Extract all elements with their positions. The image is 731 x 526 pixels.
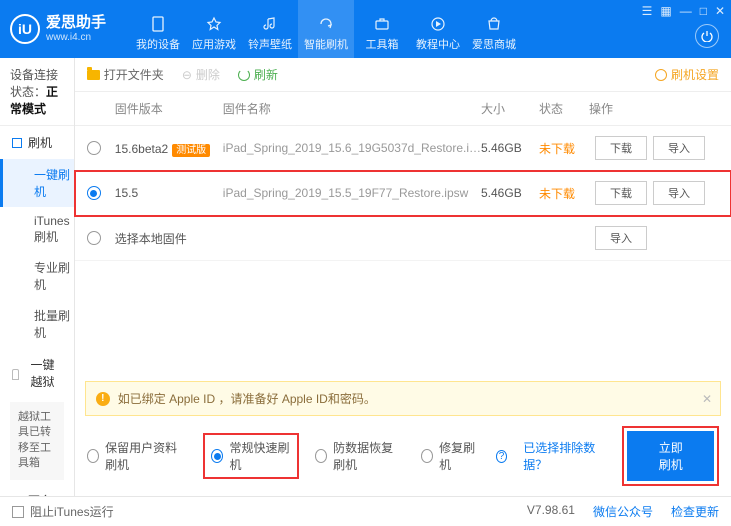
group-more[interactable]: ▸更多	[0, 484, 74, 496]
power-icon[interactable]	[695, 24, 719, 48]
row-radio[interactable]	[87, 186, 101, 200]
wechat-link[interactable]: 微信公众号	[593, 503, 653, 520]
sidebar-item-oneclick[interactable]: 一键刷机	[0, 159, 74, 207]
menu-icon[interactable]: ☰	[642, 4, 653, 18]
nav-ringtones[interactable]: 铃声壁纸	[242, 0, 298, 58]
close-warning-icon[interactable]: ✕	[702, 392, 712, 406]
nav-flash[interactable]: 智能刷机	[298, 0, 354, 58]
col-name: 固件名称	[223, 100, 481, 117]
lock-icon	[12, 369, 19, 380]
app-url: www.i4.cn	[46, 32, 106, 44]
block-itunes-checkbox[interactable]	[12, 506, 24, 518]
warning-banner: ! 如已绑定 Apple ID ，请准备好 Apple ID和密码。 ✕	[85, 381, 721, 416]
import-button[interactable]: 导入	[595, 226, 647, 250]
folder-icon	[87, 70, 100, 80]
open-folder-button[interactable]: 打开文件夹	[87, 66, 164, 83]
toolbar: 打开文件夹 ⊖删除 刷新 刷机设置	[75, 58, 731, 92]
import-button[interactable]: 导入	[653, 181, 705, 205]
chevron-icon: ▸	[12, 493, 18, 496]
firmware-name: iPad_Spring_2019_15.6_19G5037d_Restore.i…	[223, 141, 481, 155]
square-icon	[12, 138, 22, 148]
gear-icon	[655, 69, 667, 81]
refresh-icon	[238, 69, 250, 81]
app-logo: iU 爱思助手 www.i4.cn	[10, 14, 106, 44]
local-firmware-row[interactable]: 选择本地固件 导入	[75, 216, 731, 261]
statusbar: 阻止iTunes运行 V7.98.61 微信公众号 检查更新	[0, 496, 731, 526]
status-badge: 未下载	[539, 140, 589, 157]
main-panel: 打开文件夹 ⊖删除 刷新 刷机设置 固件版本 固件名称 大小 状态 操作 15.…	[75, 58, 731, 496]
maximize-icon[interactable]: □	[700, 4, 707, 18]
row-radio[interactable]	[87, 141, 101, 155]
sidebar: 设备连接状态：正常模式 刷机 一键刷机 iTunes刷机 专业刷机 批量刷机 一…	[0, 58, 75, 496]
nav-store[interactable]: 爱思商城	[466, 0, 522, 58]
version-label: V7.98.61	[527, 503, 575, 520]
flash-options: 保留用户资料刷机 常规快速刷机 防数据恢复刷机 修复刷机 ? 已选择排除数据？ …	[75, 416, 731, 496]
col-status: 状态	[539, 100, 589, 117]
flash-settings-button[interactable]: 刷机设置	[655, 66, 719, 83]
group-flash[interactable]: 刷机	[0, 126, 74, 159]
nav-apps[interactable]: 应用游戏	[186, 0, 242, 58]
download-button[interactable]: 下载	[595, 136, 647, 160]
help-icon[interactable]: ?	[496, 450, 508, 463]
check-update-link[interactable]: 检查更新	[671, 503, 719, 520]
delete-button[interactable]: ⊖删除	[182, 66, 220, 83]
logo-icon: iU	[10, 14, 40, 44]
refresh-button[interactable]: 刷新	[238, 66, 278, 83]
import-button[interactable]: 导入	[653, 136, 705, 160]
table-header: 固件版本 固件名称 大小 状态 操作	[75, 92, 731, 126]
opt-keep-radio[interactable]	[87, 449, 99, 463]
exclude-link[interactable]: 已选择排除数据？	[523, 439, 606, 473]
sidebar-item-itunes[interactable]: iTunes刷机	[0, 207, 74, 252]
sidebar-item-pro[interactable]: 专业刷机	[0, 252, 74, 300]
status-badge: 未下载	[539, 185, 589, 202]
firmware-row[interactable]: 15.5 iPad_Spring_2019_15.5_19F77_Restore…	[75, 171, 731, 216]
connection-status: 设备连接状态：正常模式	[0, 58, 74, 126]
jailbreak-note: 越狱工具已转移至工具箱	[10, 402, 64, 480]
flash-now-button[interactable]: 立即刷机	[627, 431, 714, 481]
delete-icon: ⊖	[182, 68, 192, 82]
close-icon[interactable]: ✕	[715, 4, 725, 18]
col-version: 固件版本	[115, 100, 223, 117]
top-nav: 我的设备 应用游戏 铃声壁纸 智能刷机 工具箱 教程中心 爱思商城	[130, 0, 522, 58]
opt-normal-radio[interactable]	[211, 449, 223, 463]
row-radio[interactable]	[87, 231, 101, 245]
nav-my-device[interactable]: 我的设备	[130, 0, 186, 58]
col-size: 大小	[481, 100, 539, 117]
nav-toolbox[interactable]: 工具箱	[354, 0, 410, 58]
window-controls: ☰ ▦ — □ ✕	[642, 4, 725, 18]
opt-repair-radio[interactable]	[421, 449, 433, 463]
app-title: 爱思助手	[46, 14, 106, 32]
minimize-icon[interactable]: —	[680, 4, 692, 18]
opt-dfu-radio[interactable]	[315, 449, 327, 463]
download-button[interactable]: 下载	[595, 181, 647, 205]
nav-tutorials[interactable]: 教程中心	[410, 0, 466, 58]
firmware-name: iPad_Spring_2019_15.5_19F77_Restore.ipsw	[223, 186, 481, 200]
titlebar: iU 爱思助手 www.i4.cn 我的设备 应用游戏 铃声壁纸 智能刷机 工具…	[0, 0, 731, 58]
firmware-row[interactable]: 15.6beta2测试版 iPad_Spring_2019_15.6_19G50…	[75, 126, 731, 171]
grid-icon[interactable]: ▦	[660, 4, 671, 18]
beta-badge: 测试版	[172, 144, 210, 157]
col-ops: 操作	[589, 100, 719, 117]
group-jailbreak[interactable]: 一键越狱	[0, 348, 74, 398]
sidebar-item-batch[interactable]: 批量刷机	[0, 300, 74, 348]
warning-icon: !	[96, 392, 110, 406]
